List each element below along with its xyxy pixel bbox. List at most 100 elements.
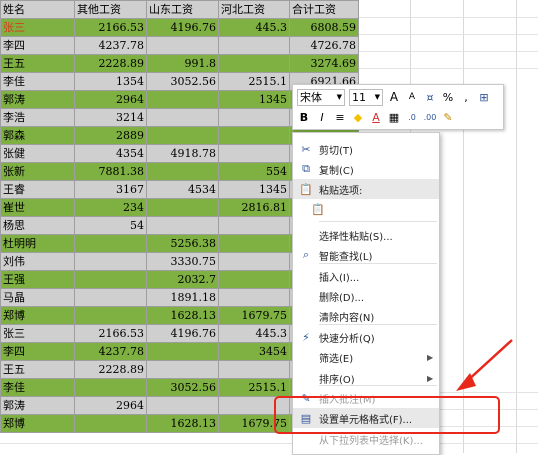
value-cell[interactable]: 3454 [218,342,290,361]
font-size-select[interactable]: 11 ▼ [349,88,383,106]
value-cell[interactable]: 2032.7 [146,270,219,289]
value-cell[interactable]: 7881.38 [74,162,147,181]
value-cell[interactable]: 3052.56 [146,378,219,397]
value-cell[interactable] [146,360,219,379]
name-cell[interactable]: 李浩 [0,108,75,127]
value-cell[interactable] [146,216,219,235]
value-cell[interactable] [218,360,290,379]
context-menu-item[interactable]: ✂ 剪切(T) [293,139,439,159]
header-cell[interactable]: 河北工资 [218,0,290,19]
context-menu-item[interactable]: 清除内容(N) [293,306,439,326]
context-menu-item[interactable]: 筛选(E) ▶ [293,347,439,367]
value-cell[interactable]: 2964 [74,90,147,109]
context-menu-item[interactable]: ⌕ 智能查找(L) [293,245,439,265]
value-cell[interactable] [218,252,290,271]
value-cell[interactable] [218,216,290,235]
header-cell[interactable]: 姓名 [0,0,75,19]
name-cell[interactable]: 刘伟 [0,252,75,271]
value-cell[interactable]: 4237.78 [74,342,147,361]
value-cell[interactable] [74,306,147,325]
value-cell[interactable]: 2515.1 [218,378,290,397]
value-cell[interactable]: 6808.59 [289,18,359,37]
font-name-select[interactable]: 宋体 ▼ [297,88,345,106]
name-cell[interactable]: 王强 [0,270,75,289]
format-painter-icon[interactable]: ✎ [441,110,455,125]
value-cell[interactable] [146,126,219,145]
value-cell[interactable] [146,108,219,127]
value-cell[interactable] [218,54,290,73]
name-cell[interactable]: 王睿 [0,180,75,199]
value-cell[interactable] [74,378,147,397]
name-cell[interactable]: 郭森 [0,126,75,145]
value-cell[interactable] [74,252,147,271]
value-cell[interactable]: 1628.13 [146,306,219,325]
increase-decimal-icon[interactable]: .0 [405,110,419,125]
context-menu-item[interactable]: 📋 [293,199,439,219]
name-cell[interactable]: 崔世 [0,198,75,217]
value-cell[interactable] [218,108,290,127]
value-cell[interactable]: 2228.89 [74,54,147,73]
context-menu-item[interactable]: ⧉ 复制(C) [293,159,439,179]
currency-button[interactable]: ¤ [423,90,437,105]
value-cell[interactable] [218,288,290,307]
name-cell[interactable]: 郭涛 [0,90,75,109]
value-cell[interactable]: 4196.76 [146,18,219,37]
value-cell[interactable] [146,342,219,361]
value-cell[interactable]: 3214 [74,108,147,127]
value-cell[interactable] [146,162,219,181]
value-cell[interactable]: 234 [74,198,147,217]
header-cell[interactable]: 其他工资 [74,0,147,19]
name-cell[interactable]: 李四 [0,342,75,361]
value-cell[interactable]: 1354 [74,72,147,91]
header-cell[interactable]: 合计工资 [289,0,359,19]
context-menu-item[interactable]: 📋 粘贴选项: [293,179,439,199]
context-menu-item[interactable]: 选择性粘贴(S)... [293,225,439,245]
value-cell[interactable]: 1345 [218,90,290,109]
percent-button[interactable]: % [441,90,455,105]
name-cell[interactable]: 李佳 [0,72,75,91]
value-cell[interactable]: 1345 [218,180,290,199]
font-color-icon[interactable]: A [369,110,383,125]
value-cell[interactable]: 445.3 [218,18,290,37]
value-cell[interactable]: 3167 [74,180,147,199]
value-cell[interactable]: 445.3 [218,324,290,343]
value-cell[interactable]: 2166.53 [74,324,147,343]
value-cell[interactable]: 2816.81 [218,198,290,217]
value-cell[interactable]: 3330.75 [146,252,219,271]
value-cell[interactable]: 2515.1 [218,72,290,91]
bold-button[interactable]: B [297,110,311,125]
name-cell[interactable]: 郑博 [0,306,75,325]
name-cell[interactable]: 杨思 [0,216,75,235]
value-cell[interactable] [74,414,147,433]
value-cell[interactable]: 1891.18 [146,288,219,307]
value-cell[interactable]: 1628.13 [146,414,219,433]
value-cell[interactable] [146,198,219,217]
decrease-decimal-icon[interactable]: .00 [423,110,437,125]
name-cell[interactable]: 张新 [0,162,75,181]
name-cell[interactable]: 张健 [0,144,75,163]
value-cell[interactable]: 554 [218,162,290,181]
value-cell[interactable] [218,270,290,289]
comma-button[interactable]: , [459,90,473,105]
value-cell[interactable]: 3274.69 [289,54,359,73]
header-cell[interactable]: 山东工资 [146,0,219,19]
value-cell[interactable]: 2889 [74,126,147,145]
fill-color-icon[interactable]: ◆ [351,110,365,125]
value-cell[interactable]: 991.8 [146,54,219,73]
italic-button[interactable]: I [315,110,329,125]
value-cell[interactable] [74,288,147,307]
value-cell[interactable]: 4354 [74,144,147,163]
name-cell[interactable]: 马晶 [0,288,75,307]
name-cell[interactable]: 杜明明 [0,234,75,253]
merge-icon[interactable]: ⊞ [477,90,491,105]
value-cell[interactable]: 4196.76 [146,324,219,343]
value-cell[interactable] [218,234,290,253]
value-cell[interactable]: 4534 [146,180,219,199]
value-cell[interactable] [146,36,219,55]
context-menu-item[interactable]: 删除(D)... [293,286,439,306]
value-cell[interactable]: 54 [74,216,147,235]
value-cell[interactable]: 2166.53 [74,18,147,37]
value-cell[interactable] [218,126,290,145]
value-cell[interactable] [146,396,219,415]
value-cell[interactable]: 5256.38 [146,234,219,253]
